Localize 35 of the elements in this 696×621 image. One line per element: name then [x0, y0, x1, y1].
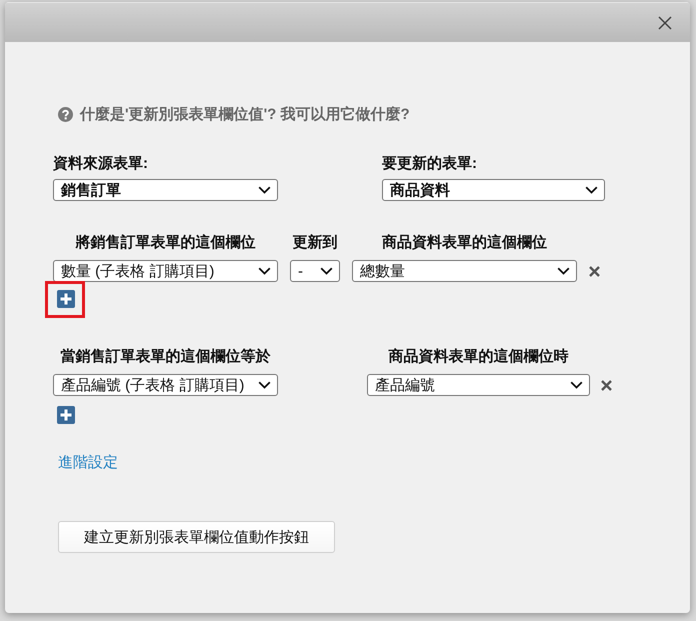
remove-button[interactable] [589, 266, 600, 276]
target-form-label: 要更新的表單: [382, 155, 478, 173]
source-form-select[interactable]: 銷售訂單 [53, 179, 278, 201]
target-form-select[interactable]: 商品資料 [382, 179, 605, 201]
column-heading: 將銷售訂單表單的這個欄位 [76, 234, 256, 252]
chevron-down-icon [570, 381, 583, 389]
close-icon [658, 16, 672, 30]
create-action-button[interactable]: 建立更新別張表單欄位值動作按鈕 [58, 521, 335, 553]
add-row-button[interactable] [57, 406, 75, 424]
advanced-settings-link[interactable]: 進階設定 [58, 453, 118, 472]
operator-select[interactable]: - [290, 260, 340, 282]
chevron-down-icon [585, 186, 598, 194]
help-link[interactable]: 什麼是'更新別張表單欄位值'? 我可以用它做什麼? [58, 105, 410, 123]
add-row-button[interactable] [57, 290, 75, 308]
column-heading: 商品資料表單的這個欄位 [382, 234, 547, 252]
column-heading: 當銷售訂單表單的這個欄位等於 [60, 348, 270, 366]
chevron-down-icon [557, 267, 570, 275]
help-icon [58, 106, 73, 122]
target-field-select[interactable]: 產品編號 [367, 374, 590, 396]
plus-icon [57, 290, 75, 308]
column-heading: 商品資料表單的這個欄位時 [388, 348, 568, 366]
column-heading: 更新到 [292, 234, 338, 252]
remove-button[interactable] [601, 380, 612, 390]
close-icon [589, 266, 600, 276]
close-icon [601, 380, 612, 390]
chevron-down-icon [258, 381, 271, 389]
chevron-down-icon [258, 186, 271, 194]
close-button[interactable] [658, 16, 672, 30]
target-field-select[interactable]: 總數量 [352, 260, 577, 282]
chevron-down-icon [258, 267, 271, 275]
source-field-select[interactable]: 數量 (子表格 訂購項目) [53, 260, 278, 282]
chevron-down-icon [320, 267, 333, 275]
source-form-label: 資料來源表單: [53, 155, 149, 173]
source-field-select[interactable]: 產品編號 (子表格 訂購項目) [53, 374, 278, 396]
plus-icon [57, 406, 75, 424]
